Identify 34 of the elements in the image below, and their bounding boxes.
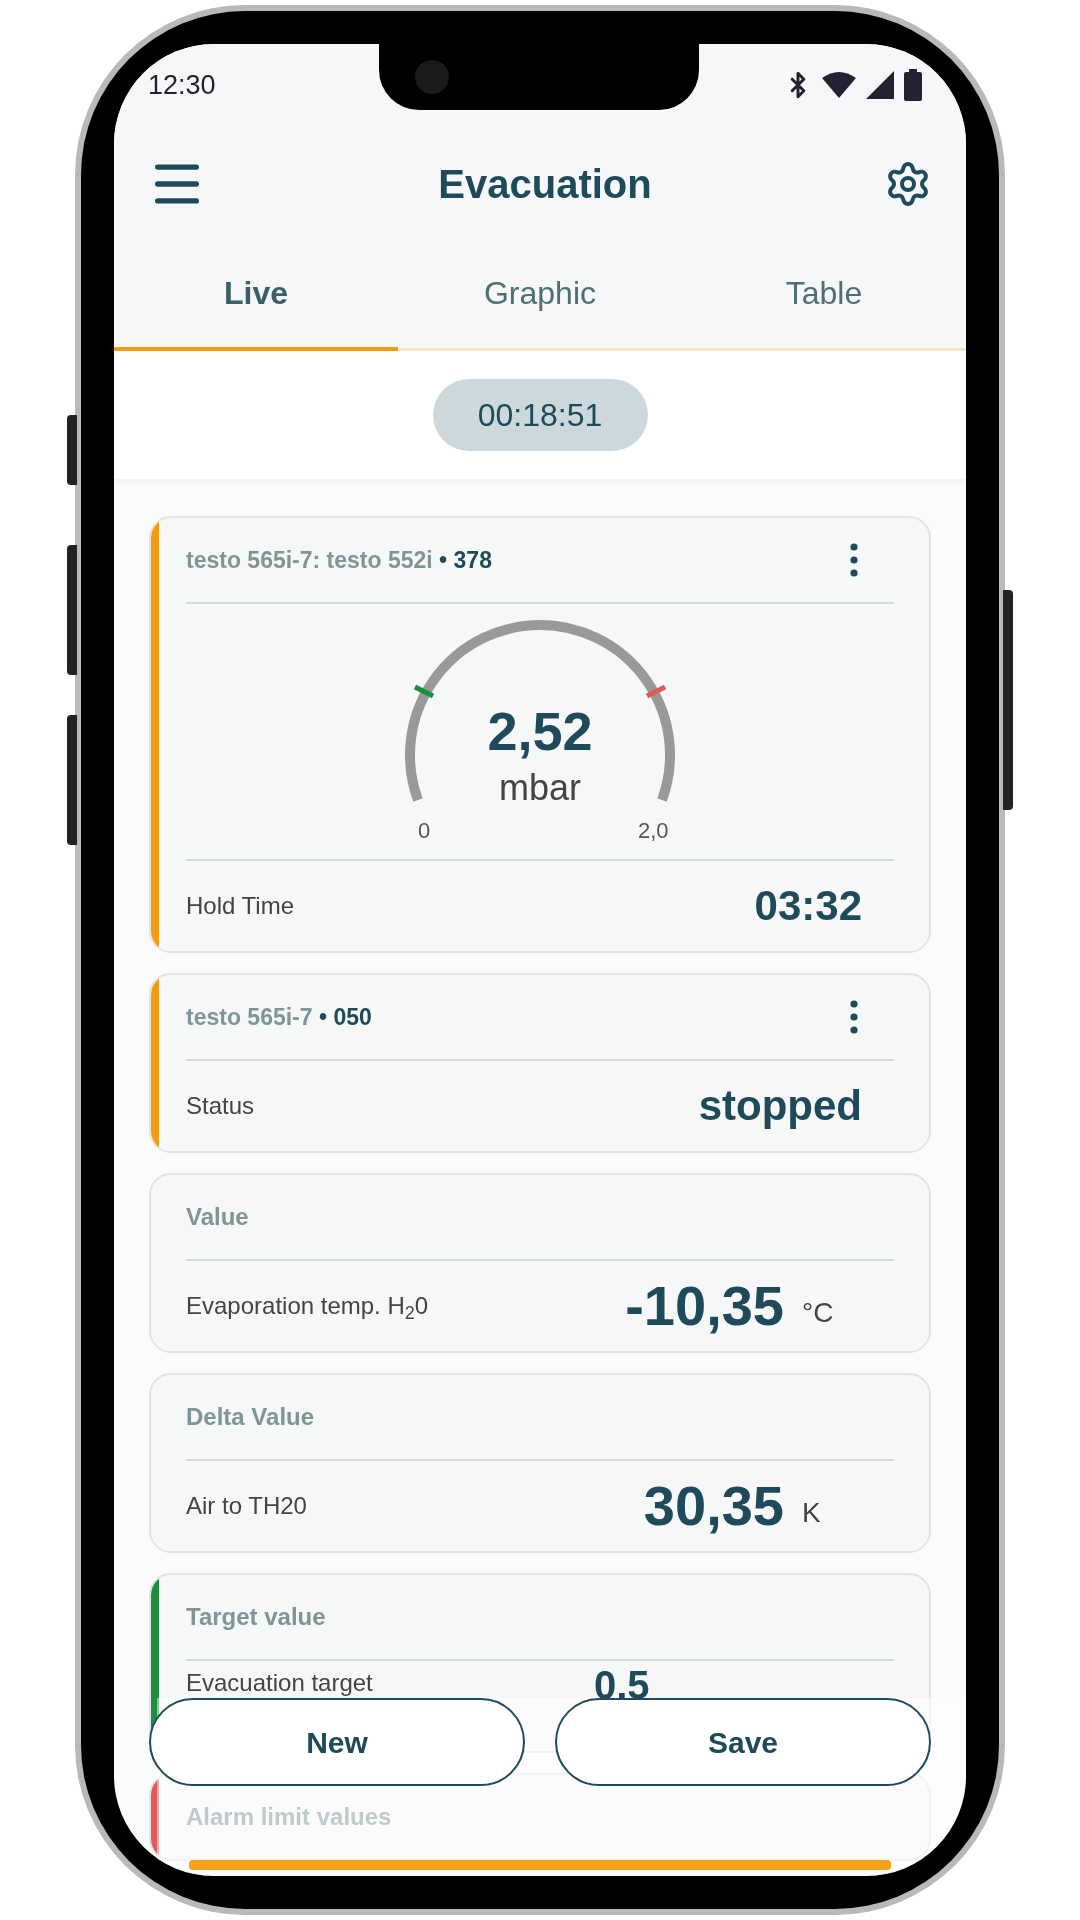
- scale-max-label: 2,0: [638, 817, 669, 845]
- value-reading: 30,35: [643, 1478, 784, 1534]
- card-title: Delta Value: [186, 1402, 315, 1432]
- screen-title: Evacuation: [438, 161, 652, 208]
- gauge-value: 2,52: [487, 704, 593, 758]
- elapsed-timer: 00:18:51: [432, 379, 648, 451]
- camera-icon: [415, 60, 449, 94]
- row-label: Status: [186, 1091, 256, 1121]
- gauge-unit: mbar: [499, 770, 581, 806]
- value-reading: stopped: [698, 1085, 862, 1127]
- unit-label: K: [802, 1497, 821, 1528]
- unit-label: °C: [802, 1297, 834, 1328]
- scale-min-label: 0: [418, 817, 431, 845]
- value-reading: 03:32: [754, 885, 862, 927]
- action-button[interactable]: Save: [555, 1698, 931, 1786]
- battery-icon: [904, 69, 922, 101]
- row-label: Air to TH20: [186, 1491, 308, 1521]
- value-reading: -10,35: [625, 1278, 784, 1334]
- more-options-button[interactable]: [850, 1000, 858, 1034]
- row-label: Hold Time: [186, 891, 296, 921]
- status-time: 12:30: [148, 68, 216, 102]
- device-label: testo 565i-7: testo 552i • 378: [186, 545, 493, 575]
- more-vertical-icon: [850, 1000, 858, 1034]
- card-title: Target value: [186, 1602, 326, 1632]
- action-button[interactable]: New: [149, 1698, 525, 1786]
- row-label: Evacuation target: [186, 1668, 374, 1698]
- device-label: testo 565i-7 • 050: [186, 1002, 373, 1032]
- more-vertical-icon: [850, 543, 858, 577]
- card-title: Value: [186, 1202, 249, 1232]
- card-title: Alarm limit values: [186, 1802, 392, 1832]
- signal-icon: [866, 71, 894, 99]
- wifi-icon: [822, 72, 856, 98]
- row-label: Evaporation temp. H$_{2}$0: [186, 1291, 430, 1324]
- more-options-button[interactable]: [850, 543, 858, 577]
